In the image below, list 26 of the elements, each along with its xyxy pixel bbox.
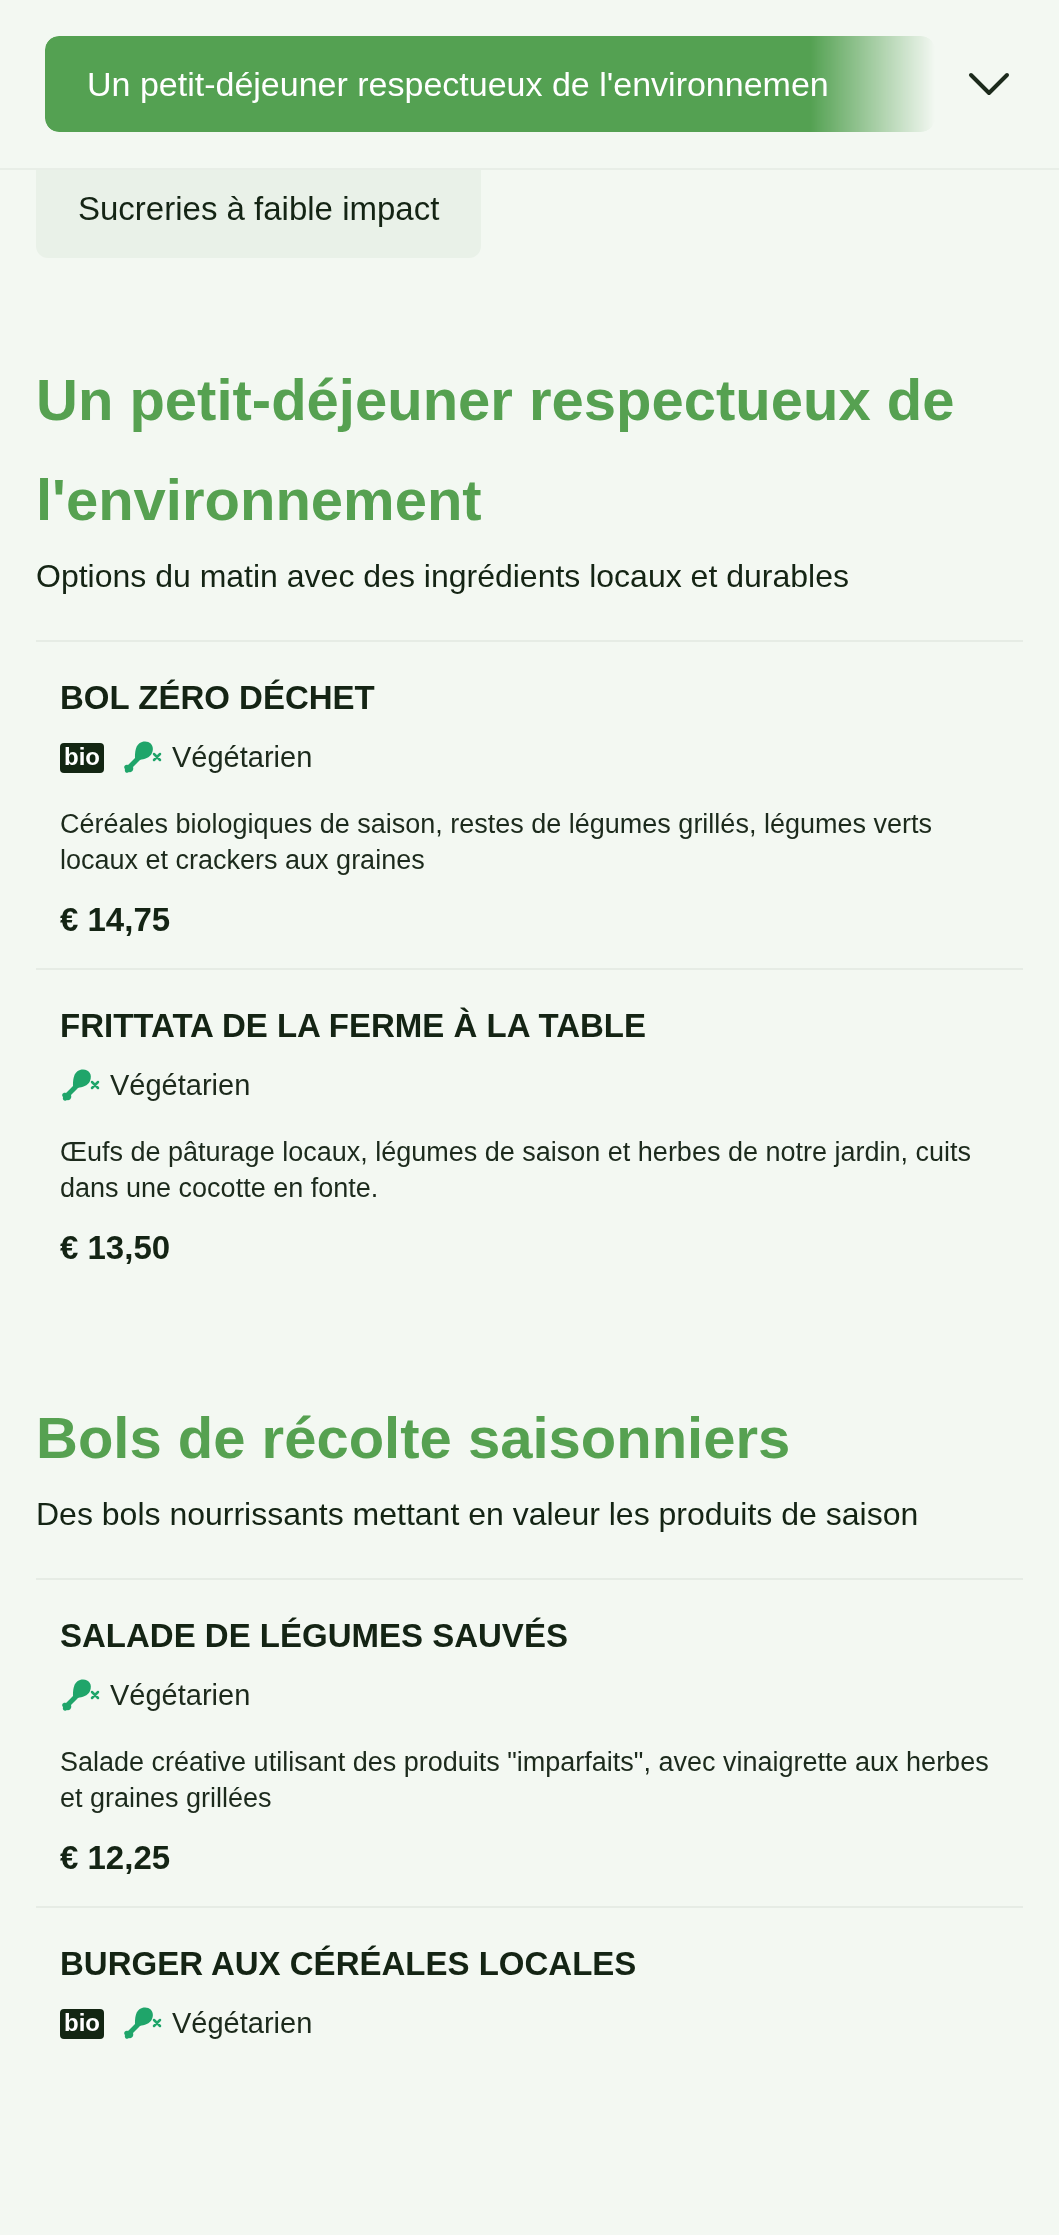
bio-badge: bio: [60, 742, 104, 773]
bio-badge: bio: [60, 2008, 104, 2039]
drumstick-crossed-icon: [60, 1067, 100, 1104]
drumstick-crossed-icon: [122, 739, 162, 776]
vegetarian-label: Végétarien: [172, 739, 313, 775]
dish-name: BURGER AUX CÉRÉALES LOCALES: [60, 1943, 638, 1984]
section-subtitle: Des bols nourrissants mettant en valeur les produits de saison: [36, 1494, 920, 1534]
dish-name: SALADE DE LÉGUMES SAUVÉS: [60, 1615, 569, 1656]
dish-name: BOL ZÉRO DÉCHET: [60, 677, 376, 718]
dish-description: Céréales biologiques de saison, restes de légumes grillés, légumes verts locaux et crackers aux graines: [60, 807, 933, 877]
drumstick-crossed-icon: [60, 1677, 100, 1714]
vegetarian-label: Végétarien: [110, 1677, 251, 1713]
dish-price: € 12,25: [60, 1837, 172, 1878]
vegetarian-label: Végétarien: [172, 2005, 313, 2041]
drumstick-crossed-icon: [122, 2005, 162, 2042]
chevron-down-icon: [967, 71, 1011, 97]
dish-price: € 13,50: [60, 1227, 172, 1268]
category-tab[interactable]: Sucreries à faible impact: [36, 170, 482, 258]
section-title: Un petit-déjeuner respectueux de l'environnement: [36, 365, 956, 534]
dish-description: Salade créative utilisant des produits "imparfaits", avec vinaigrette aux herbes et graines grillées: [60, 1745, 990, 1815]
vegetarian-label: Végétarien: [110, 1067, 251, 1103]
dish-name: FRITTATA DE LA FERME À LA TABLE: [60, 1005, 647, 1046]
dish-price: € 14,75: [60, 899, 172, 940]
section-title: Bols de récolte saisonniers: [36, 1403, 792, 1472]
dish-description: Œufs de pâturage locaux, légumes de saison et herbes de notre jardin, cuits dans une cocotte en fonte.: [60, 1135, 973, 1205]
section-subtitle: Options du matin avec des ingrédients locaux et durables: [36, 556, 850, 596]
